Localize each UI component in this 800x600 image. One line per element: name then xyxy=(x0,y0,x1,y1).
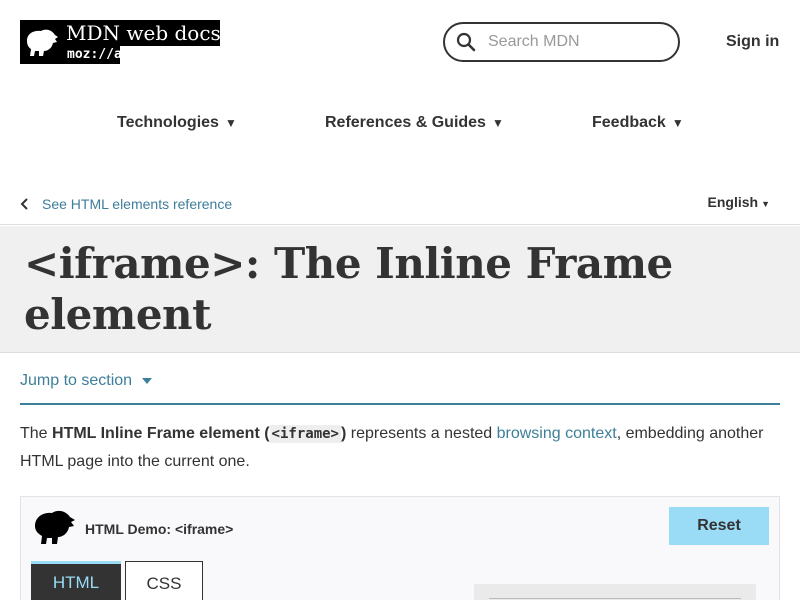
demo-output-preview xyxy=(474,584,756,600)
search-box[interactable] xyxy=(443,22,680,62)
chevron-left-icon xyxy=(20,198,28,210)
intro-paragraph: The HTML Inline Frame element (<iframe>)… xyxy=(20,420,780,475)
language-selector[interactable]: English ▼ xyxy=(708,194,770,210)
dino-logo-icon xyxy=(20,20,64,64)
intro-text: The xyxy=(20,425,53,442)
nav-references-guides[interactable]: References & Guides ▼ xyxy=(325,114,504,132)
nav-feedback-label: Feedback xyxy=(592,114,666,131)
language-label: English xyxy=(707,194,759,210)
nav-references-label: References & Guides xyxy=(325,114,486,131)
chevron-down-icon: ▼ xyxy=(761,199,770,209)
jump-to-section[interactable]: Jump to section xyxy=(20,372,780,405)
intro-text-2: represents a nested xyxy=(346,425,497,442)
title-band: <iframe>: The Inline Frame element xyxy=(0,226,800,353)
dino-logo-icon xyxy=(35,510,75,544)
browsing-context-link[interactable]: browsing context xyxy=(497,425,617,442)
mdn-logo[interactable]: MDN web docs moz://a xyxy=(20,20,221,64)
tab-css[interactable]: CSS xyxy=(125,561,203,600)
logo-title: MDN web docs xyxy=(64,20,221,46)
intro-strong: HTML Inline Frame element ( xyxy=(52,425,270,442)
nav-technologies-label: Technologies xyxy=(117,114,219,131)
chevron-down-icon: ▼ xyxy=(491,116,504,130)
nav-feedback[interactable]: Feedback ▼ xyxy=(592,114,684,132)
chevron-down-icon: ▼ xyxy=(224,116,237,130)
chevron-down-icon: ▼ xyxy=(671,116,684,130)
search-input[interactable] xyxy=(488,33,658,51)
page-title: <iframe>: The Inline Frame element xyxy=(24,239,673,339)
search-icon[interactable] xyxy=(456,32,476,52)
demo-tabs: HTML CSS xyxy=(31,561,203,600)
mozilla-wordmark: moz://a xyxy=(64,46,122,64)
sign-in-link[interactable]: Sign in xyxy=(726,33,779,51)
preview-frame-edge xyxy=(489,598,741,599)
demo-title: HTML Demo: <iframe> xyxy=(85,521,234,537)
interactive-demo: HTML Demo: <iframe> Reset HTML CSS xyxy=(20,496,780,600)
breadcrumb-label: See HTML elements reference xyxy=(42,196,233,212)
tab-html[interactable]: HTML xyxy=(31,561,121,600)
jump-label: Jump to section xyxy=(20,372,133,389)
iframe-code: <iframe> xyxy=(269,425,341,443)
caret-down-icon xyxy=(142,378,153,384)
breadcrumb-back-link[interactable]: See HTML elements reference xyxy=(20,196,232,212)
nav-technologies[interactable]: Technologies ▼ xyxy=(117,114,237,132)
reset-button[interactable]: Reset xyxy=(669,507,769,545)
breadcrumb-bar: See HTML elements reference English ▼ xyxy=(0,186,800,225)
